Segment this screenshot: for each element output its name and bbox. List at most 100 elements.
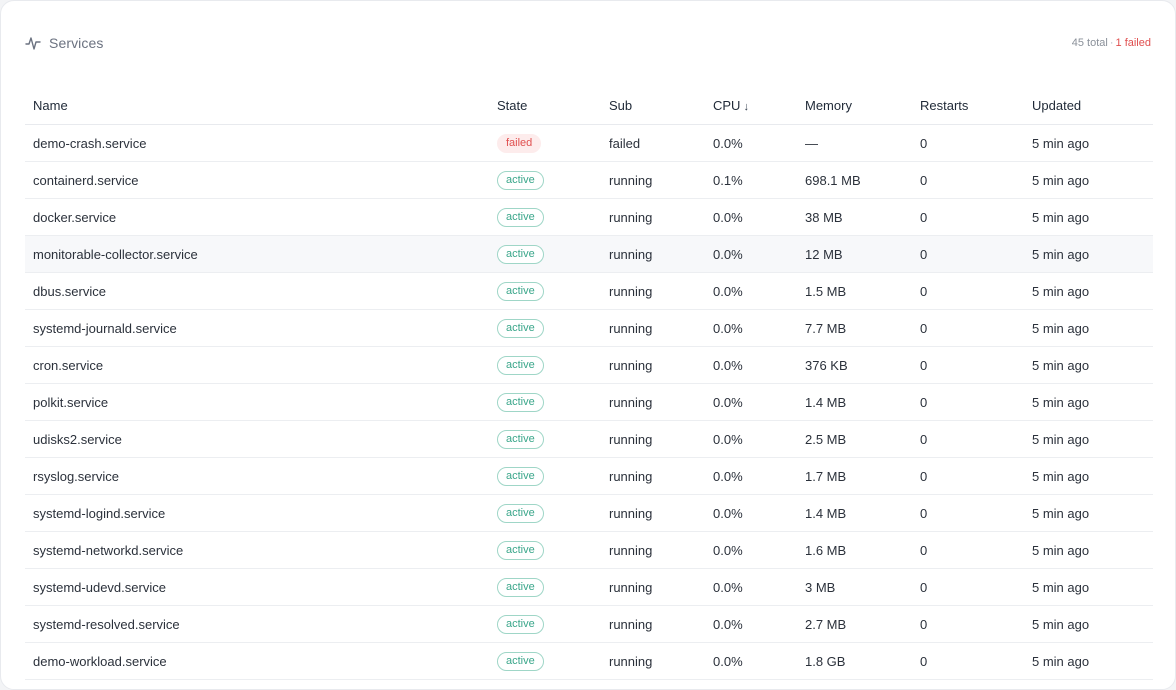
cell-cpu: 0.0% <box>705 457 797 495</box>
table-row[interactable]: systemd-resolved.service active running 0.0… <box>25 605 1153 643</box>
table-row[interactable]: cron.service active running 0.0% 376 KB 0 5 mi… <box>25 346 1153 384</box>
column-header-updated[interactable]: Updated <box>1024 87 1153 125</box>
cell-name: udisks2.service <box>25 420 489 458</box>
table-row[interactable]: rsyslog.service active running 0.0% 1.7 MB 0 5… <box>25 457 1153 495</box>
cell-restarts: 0 <box>912 272 1024 310</box>
cell-sub: running <box>601 161 705 199</box>
cell-memory: 2.5 MB <box>797 420 912 458</box>
status-badge: active <box>497 281 544 301</box>
cell-sub: running <box>601 568 705 606</box>
cell-state: active <box>489 235 601 273</box>
column-header-state[interactable]: State <box>489 87 601 125</box>
column-header-cpu[interactable]: CPU ↓ <box>705 87 797 125</box>
cell-cpu: 0.0% <box>705 642 797 680</box>
cell-state: active <box>489 198 601 236</box>
status-badge: active <box>497 503 544 523</box>
table-row[interactable]: dbus.service active running 0.0% 1.5 MB 0 5 mi… <box>25 272 1153 310</box>
status-badge: active <box>497 170 544 190</box>
cell-name: dbus.service <box>25 272 489 310</box>
cell-sub: running <box>601 309 705 347</box>
status-badge: active <box>497 466 544 486</box>
table-row[interactable]: monitorable-collector.service active runni… <box>25 235 1153 273</box>
failed-count: 1 failed <box>1115 37 1151 49</box>
table-row[interactable]: demo-workload.service active running 0.0% 1.… <box>25 642 1153 680</box>
cell-memory: 2.7 MB <box>797 605 912 643</box>
cell-updated: 5 min ago <box>1024 272 1153 310</box>
table-row[interactable]: systemd-udevd.service active running 0.0% 3 … <box>25 568 1153 606</box>
status-badge: active <box>497 651 544 671</box>
cell-cpu: 0.0% <box>705 568 797 606</box>
status-badge: active <box>497 540 544 560</box>
cell-sub: running <box>601 531 705 569</box>
cell-state: active <box>489 568 601 606</box>
cell-name: demo-crash.service <box>25 124 489 162</box>
cell-state: active <box>489 383 601 421</box>
column-header-restarts[interactable]: Restarts <box>912 87 1024 125</box>
cell-updated: 5 min ago <box>1024 494 1153 532</box>
cell-sub: running <box>601 383 705 421</box>
cell-cpu: 0.0% <box>705 346 797 384</box>
cell-state: active <box>489 494 601 532</box>
cell-restarts: 0 <box>912 568 1024 606</box>
cell-sub: running <box>601 494 705 532</box>
table-row[interactable]: udisks2.service active running 0.0% 2.5 MB 0 5… <box>25 420 1153 458</box>
sort-desc-arrow-icon: ↓ <box>743 101 749 113</box>
cell-cpu: 0.0% <box>705 383 797 421</box>
cell-sub: running <box>601 198 705 236</box>
cell-sub: running <box>601 346 705 384</box>
title-group: Services <box>25 35 103 51</box>
cell-state: active <box>489 346 601 384</box>
cell-updated: 5 min ago <box>1024 457 1153 495</box>
table-row[interactable]: systemd-journald.service active running 0.0… <box>25 309 1153 347</box>
cell-state: active <box>489 457 601 495</box>
cell-name: systemd-resolved.service <box>25 605 489 643</box>
services-card: Services 45 total · 1 failed Name State … <box>0 0 1176 690</box>
table-row[interactable]: containerd.service active running 0.1% 698.1… <box>25 161 1153 199</box>
cell-updated: 5 min ago <box>1024 531 1153 569</box>
status-badge: active <box>497 207 544 227</box>
status-badge: active <box>497 429 544 449</box>
cell-name: docker.service <box>25 198 489 236</box>
total-count: 45 total <box>1071 37 1108 49</box>
cell-sub: failed <box>601 124 705 162</box>
cell-memory: 376 KB <box>797 346 912 384</box>
services-summary: 45 total · 1 failed <box>1072 37 1151 49</box>
table-row[interactable]: polkit.service active running 0.0% 1.4 MB 0 5 … <box>25 383 1153 421</box>
table-row[interactable]: systemd-networkd.service active running 0.0… <box>25 531 1153 569</box>
cell-updated: 5 min ago <box>1024 420 1153 458</box>
cell-memory: 3 MB <box>797 568 912 606</box>
column-header-memory[interactable]: Memory <box>797 87 912 125</box>
services-table: Name State Sub CPU ↓ Memory Restarts Upda… <box>25 87 1153 680</box>
cell-state: active <box>489 420 601 458</box>
cell-cpu: 0.1% <box>705 161 797 199</box>
cell-sub: running <box>601 605 705 643</box>
cell-cpu: 0.0% <box>705 272 797 310</box>
cell-name: polkit.service <box>25 383 489 421</box>
cell-sub: running <box>601 420 705 458</box>
cell-restarts: 0 <box>912 161 1024 199</box>
cell-restarts: 0 <box>912 198 1024 236</box>
column-header-sub[interactable]: Sub <box>601 87 705 125</box>
cell-cpu: 0.0% <box>705 494 797 532</box>
cell-restarts: 0 <box>912 124 1024 162</box>
cell-name: systemd-logind.service <box>25 494 489 532</box>
cell-memory: 1.4 MB <box>797 383 912 421</box>
cell-name: containerd.service <box>25 161 489 199</box>
cell-sub: running <box>601 235 705 273</box>
cell-sub: running <box>601 457 705 495</box>
cell-state: active <box>489 642 601 680</box>
cell-restarts: 0 <box>912 235 1024 273</box>
cell-cpu: 0.0% <box>705 124 797 162</box>
cell-updated: 5 min ago <box>1024 568 1153 606</box>
column-header-name[interactable]: Name <box>25 87 489 125</box>
cell-cpu: 0.0% <box>705 309 797 347</box>
cell-updated: 5 min ago <box>1024 383 1153 421</box>
cell-restarts: 0 <box>912 494 1024 532</box>
cell-restarts: 0 <box>912 383 1024 421</box>
status-badge: active <box>497 392 544 412</box>
table-row[interactable]: systemd-logind.service active running 0.0% 1… <box>25 494 1153 532</box>
table-row[interactable]: demo-crash.service failed failed 0.0% —0 5 mi… <box>25 124 1153 162</box>
cell-updated: 5 min ago <box>1024 605 1153 643</box>
cell-memory: 7.7 MB <box>797 309 912 347</box>
table-row[interactable]: docker.service active running 0.0% 38 MB 0 5 m… <box>25 198 1153 236</box>
